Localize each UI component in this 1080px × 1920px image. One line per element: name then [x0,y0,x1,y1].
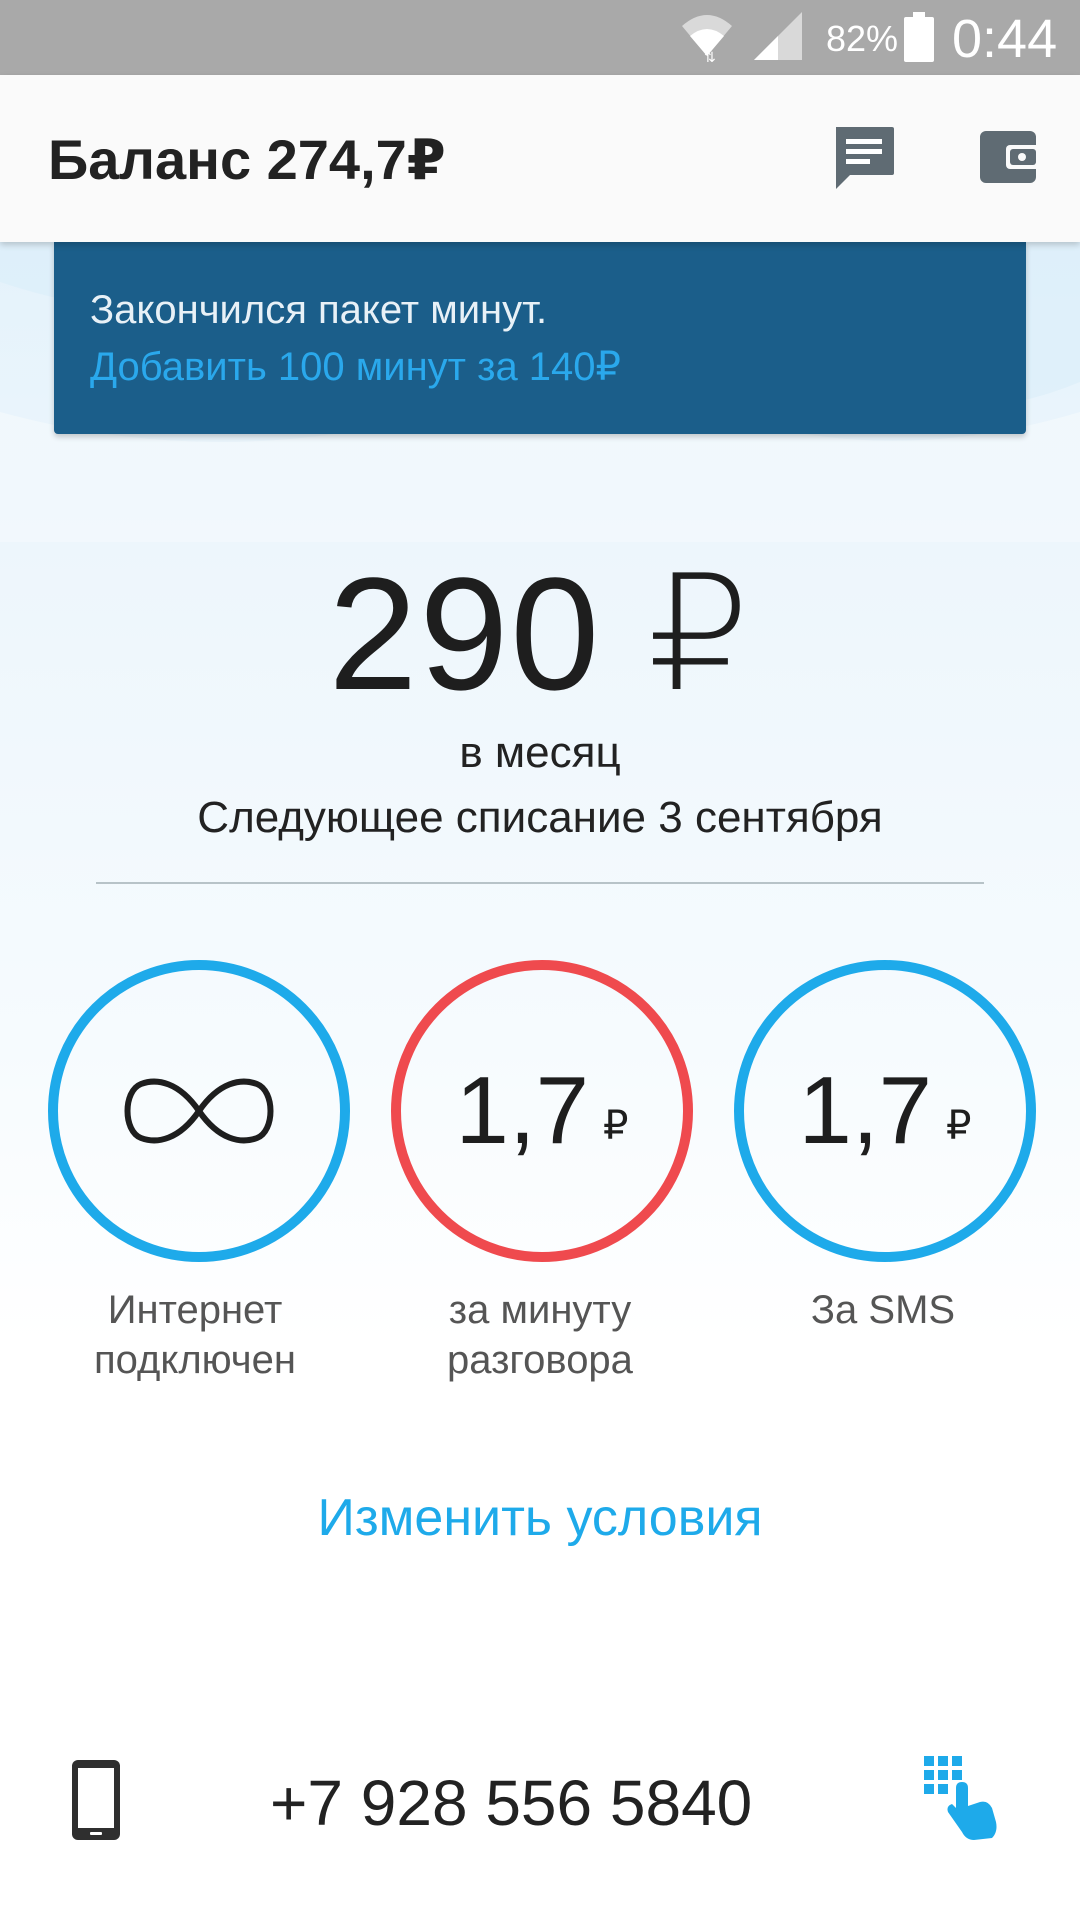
minute-price-circle[interactable]: 1,7 ₽ [391,960,693,1262]
signal-icon [754,12,802,60]
minute-price-currency: ₽ [603,1104,629,1148]
screen: ⇅ 82% 0:44 Баланс 274,7₽ Закончился паке… [0,0,1080,1920]
change-terms-link[interactable]: Изменить условия [0,1488,1080,1548]
internet-circle[interactable] [48,960,350,1262]
wifi-icon: ⇅ [682,15,732,64]
tariff-period: в месяц [459,728,621,777]
sms-price-label: За SMS [810,1288,956,1332]
banner-message: Закончился пакет минут. [90,288,548,332]
sms-price-circle[interactable]: 1,7 ₽ [734,960,1036,1262]
dialpad-icon[interactable] [922,1752,998,1842]
wallet-icon[interactable] [978,127,1040,185]
battery-icon [904,12,934,62]
sms-price-value: 1,7 [798,1057,932,1164]
phone-icon [72,1760,120,1840]
background [0,242,1080,1602]
app-bar: Баланс 274,7₽ [0,75,1080,242]
next-charge-date: Следующее списание 3 сентября [197,793,883,842]
internet-label: Интернет подключен [94,1288,296,1382]
add-minutes-link[interactable]: Добавить 100 минут за 140₽ [90,344,621,390]
phone-number: +7 928 556 5840 [270,1767,753,1839]
svg-text:⇅: ⇅ [704,50,716,64]
minute-price-value: 1,7 [455,1057,589,1164]
divider [96,882,984,884]
status-bar: ⇅ 82% 0:44 [0,0,1080,75]
chat-icon[interactable] [832,125,896,191]
sms-price-currency: ₽ [946,1104,972,1148]
balance-title: Баланс 274,7₽ [48,128,446,191]
minutes-ended-banner: Закончился пакет минут. Добавить 100 мин… [54,242,1026,434]
infinity-icon [124,1078,274,1144]
tariff-price: 290 ₽ [328,544,752,723]
battery-percent: 82% [826,18,899,59]
clock: 0:44 [952,9,1058,69]
minute-price-label: за минуту разговора [447,1288,633,1382]
